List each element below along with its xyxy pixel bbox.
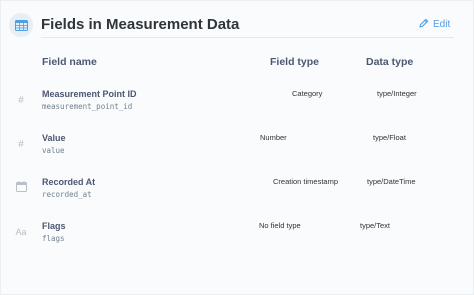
- fields-panel: Fields in Measurement Data Edit Field na…: [0, 0, 474, 295]
- field-row[interactable]: Recorded At recorded_at Creation timesta…: [1, 177, 474, 217]
- panel-header: Fields in Measurement Data Edit: [1, 1, 474, 47]
- data-type-value: type/Integer: [377, 89, 417, 98]
- edit-button[interactable]: Edit: [419, 18, 450, 31]
- data-type-value: type/DateTime: [367, 177, 416, 186]
- hash-icon: #: [18, 139, 24, 150]
- field-type-value[interactable]: Category: [292, 89, 322, 98]
- hash-icon: #: [18, 95, 24, 106]
- table-icon: [9, 13, 33, 37]
- field-display-name: Measurement Point ID: [42, 89, 137, 99]
- field-row[interactable]: Aa Flags flags No field type type/Text: [1, 221, 474, 261]
- field-display-name: Value: [42, 133, 66, 143]
- field-column-name: flags: [42, 234, 65, 243]
- text-icon: Aa: [15, 227, 27, 237]
- field-column-name: measurement_point_id: [42, 102, 133, 111]
- column-header-field-name: Field name: [42, 56, 97, 68]
- field-display-name: Flags: [42, 221, 66, 231]
- column-header-data-type: Data type: [366, 56, 414, 68]
- pencil-icon: [419, 18, 429, 31]
- calendar-icon: [15, 181, 27, 193]
- column-header-field-type: Field type: [270, 56, 320, 68]
- page-title: Fields in Measurement Data: [41, 16, 240, 33]
- field-type-value[interactable]: Number: [260, 133, 287, 142]
- edit-label: Edit: [433, 19, 451, 30]
- field-row[interactable]: # Value value Number type/Float: [1, 133, 474, 173]
- field-row[interactable]: # Measurement Point ID measurement_point…: [1, 89, 474, 129]
- data-type-value: type/Float: [373, 133, 406, 142]
- data-type-value: type/Text: [360, 221, 391, 230]
- header-divider: [41, 37, 454, 38]
- field-type-value[interactable]: Creation timestamp: [273, 177, 338, 186]
- field-display-name: Recorded At: [42, 177, 96, 187]
- field-type-value[interactable]: No field type: [259, 221, 301, 230]
- field-column-name: recorded_at: [42, 190, 92, 199]
- field-column-name: value: [42, 146, 65, 155]
